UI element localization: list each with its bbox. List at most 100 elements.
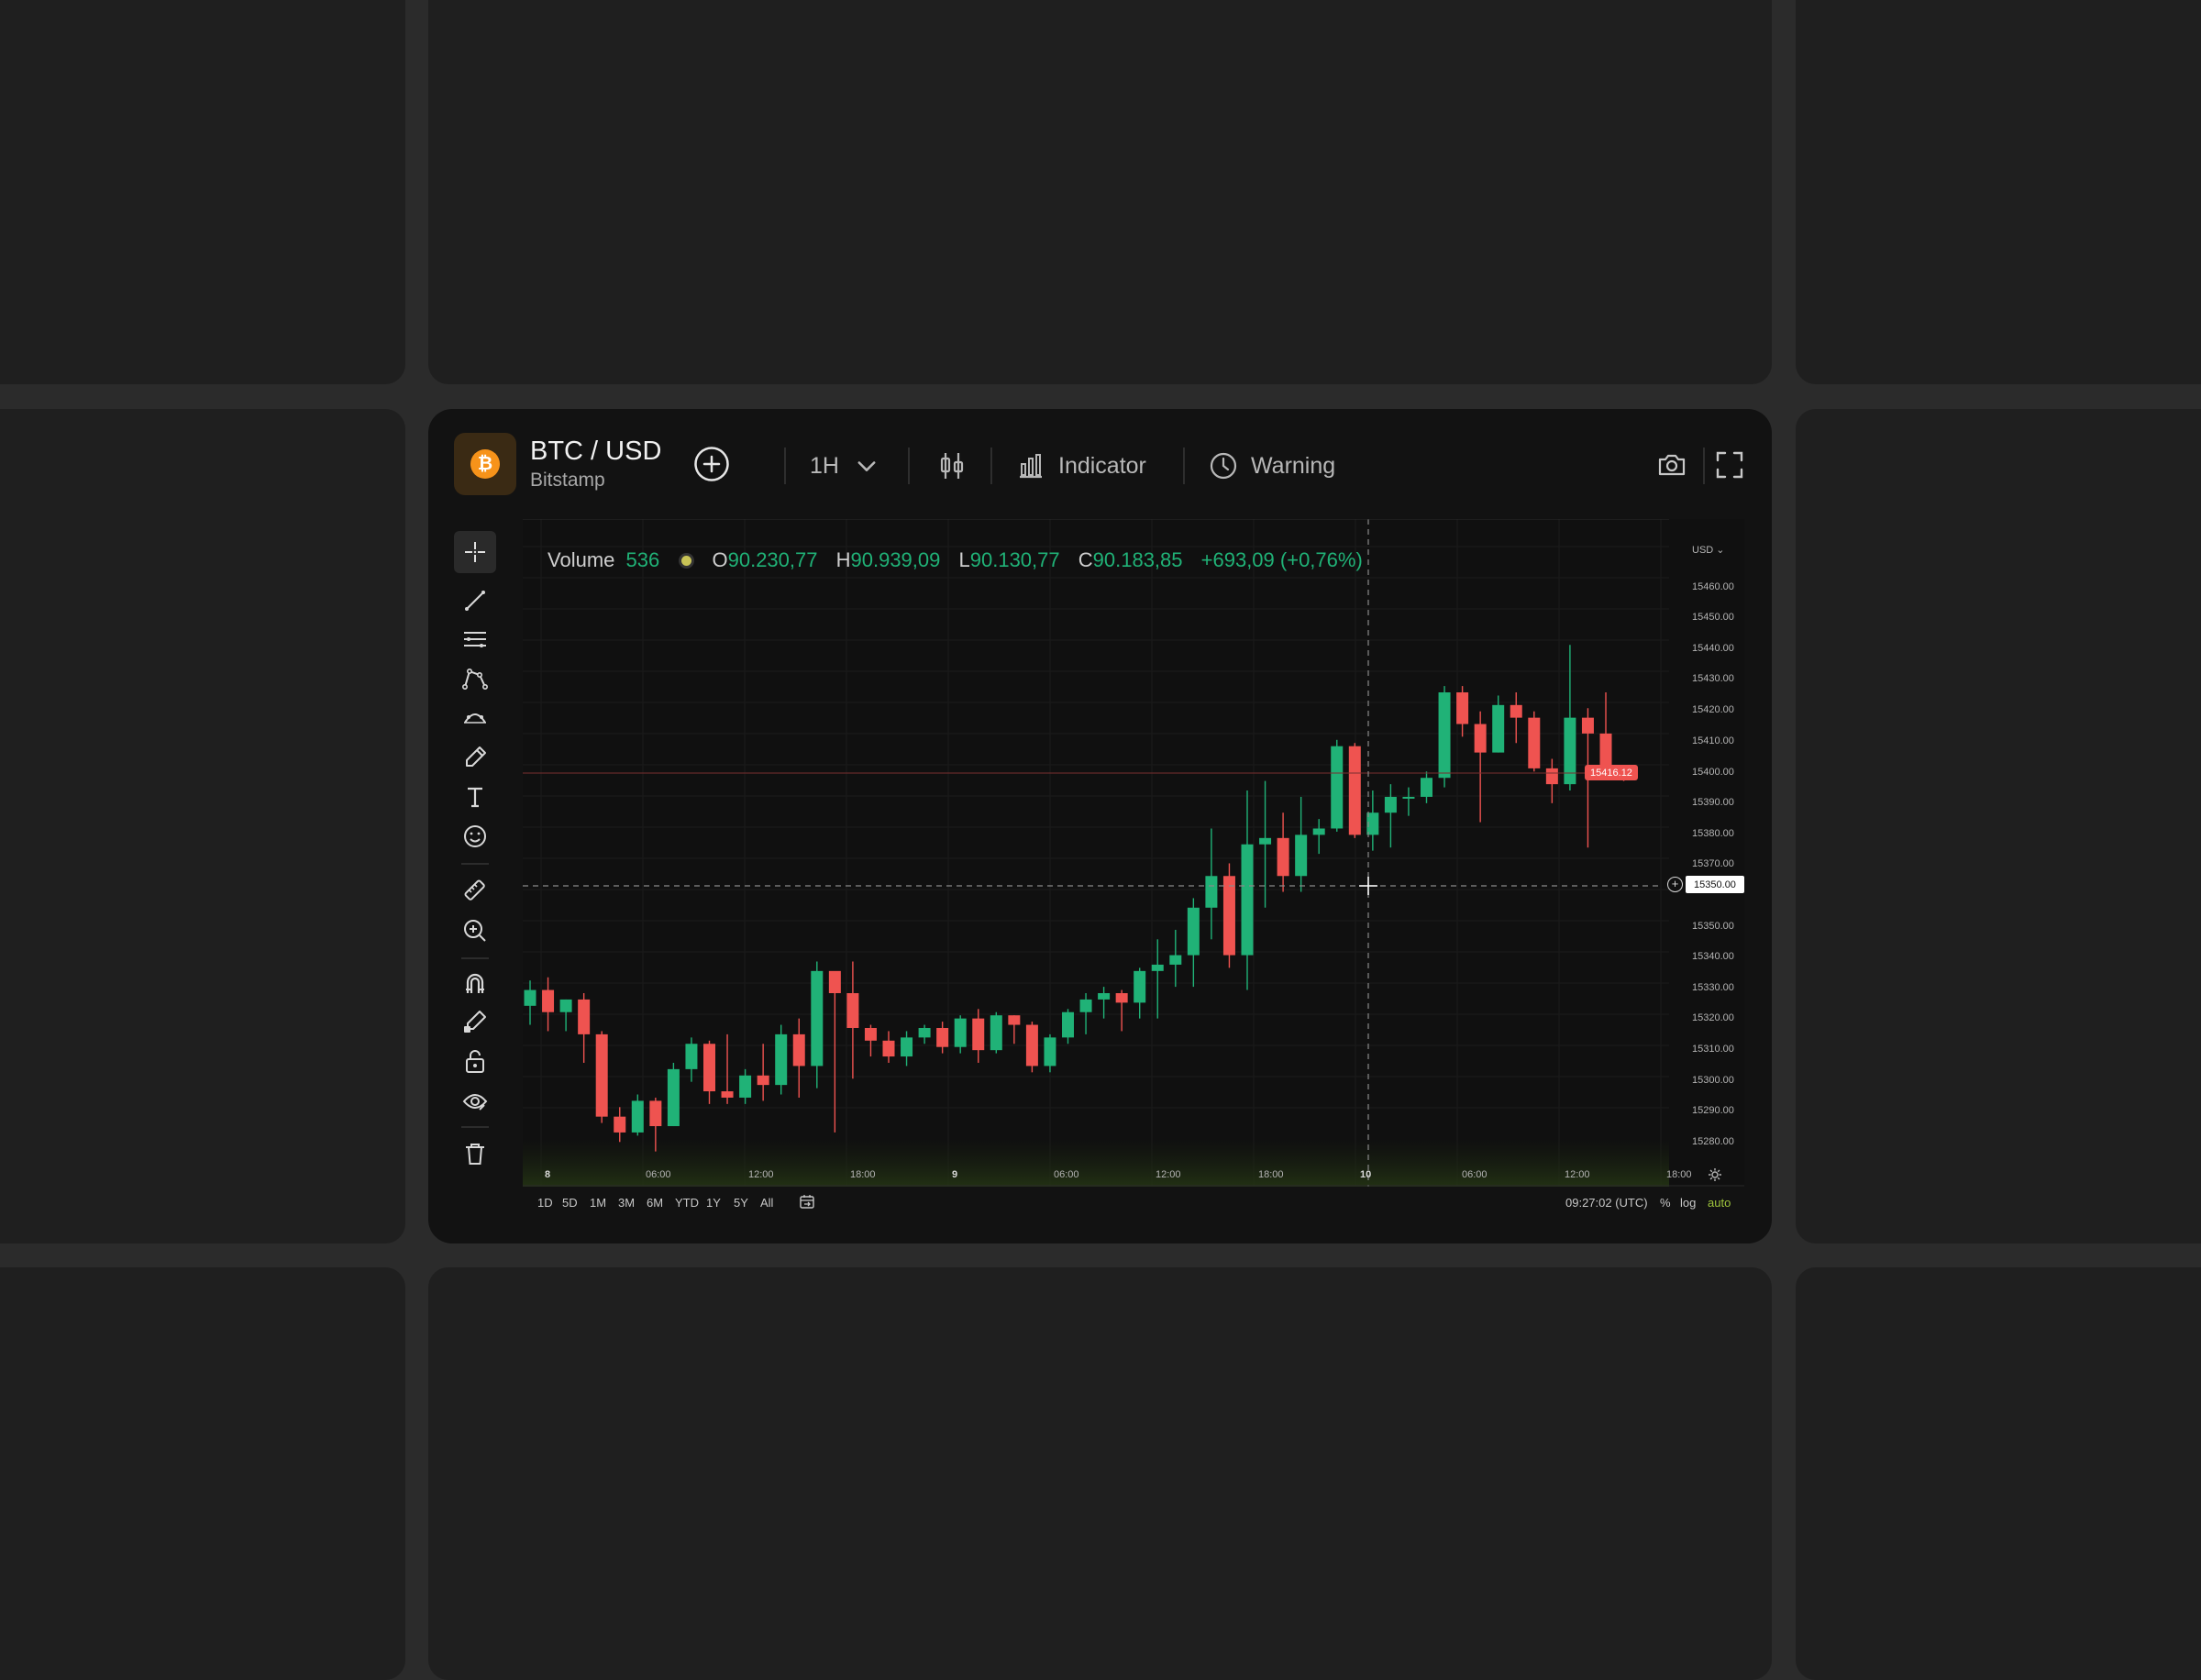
- chart-type-button[interactable]: [935, 449, 968, 482]
- crosshair-price-badge: 15350.00: [1686, 876, 1744, 893]
- candle-body: [1134, 970, 1146, 1003]
- open-label: O: [712, 548, 728, 571]
- calendar-range-icon: [800, 1195, 814, 1209]
- magnet-tool[interactable]: [454, 962, 496, 1004]
- status-dot: [681, 555, 692, 566]
- indicator-button[interactable]: Indicator: [1016, 448, 1146, 484]
- time-tick: 8: [545, 1169, 551, 1180]
- zoom-in-icon: [464, 920, 486, 942]
- ruler-tool[interactable]: [454, 869, 496, 912]
- price-tick: 15300.00: [1692, 1075, 1734, 1086]
- volume-label: Volume: [547, 548, 615, 571]
- ohlc-legend: Volume 536 O90.230,77 H90.939,09 L90.130…: [547, 548, 1363, 572]
- candle-body: [846, 993, 859, 1028]
- candle-body: [703, 1044, 715, 1092]
- add-alert-icon[interactable]: +: [1667, 877, 1683, 892]
- currency-selector[interactable]: USD ⌄: [1692, 544, 1725, 556]
- camera-icon: [1658, 454, 1686, 476]
- horizontal-lines-tool[interactable]: [454, 618, 496, 660]
- price-tick: 15350.00: [1692, 921, 1734, 932]
- range-button-6m[interactable]: 6M: [647, 1196, 663, 1210]
- range-button-3m[interactable]: 3M: [618, 1196, 635, 1210]
- bar-chart-icon: [1020, 454, 1042, 479]
- add-symbol-button[interactable]: [693, 446, 730, 482]
- candle-body: [649, 1100, 662, 1127]
- brush-tool[interactable]: [454, 736, 496, 779]
- log-scale-button[interactable]: log: [1680, 1196, 1696, 1210]
- interval-label: 1H: [810, 452, 839, 479]
- zoom-tool[interactable]: [454, 910, 496, 952]
- candle-body: [1169, 955, 1182, 965]
- pair-title: BTC / USD: [530, 437, 662, 466]
- range-button-1m[interactable]: 1M: [590, 1196, 606, 1210]
- auto-scale-button[interactable]: auto: [1708, 1196, 1731, 1210]
- low-label: L: [958, 548, 970, 571]
- candle-body: [792, 1033, 805, 1067]
- candlestick-chart[interactable]: [523, 519, 1744, 1187]
- candle-body: [811, 970, 824, 1067]
- lock-drawing-tool[interactable]: [454, 1000, 496, 1043]
- candle-body: [757, 1075, 769, 1086]
- range-button-ytd[interactable]: YTD: [675, 1196, 699, 1210]
- range-button-1y[interactable]: 1Y: [706, 1196, 721, 1210]
- trend-line-tool[interactable]: [454, 579, 496, 621]
- utc-clock[interactable]: 09:27:02 (UTC): [1565, 1196, 1648, 1210]
- candle-body: [685, 1044, 698, 1069]
- volume-glow: [523, 1139, 1669, 1187]
- toolbar-divider: [461, 1126, 489, 1128]
- time-tick: 12:00: [1565, 1169, 1590, 1180]
- pattern-icon: [461, 669, 488, 690]
- candle-body: [936, 1027, 949, 1047]
- candle-body: [1474, 724, 1487, 753]
- candle-body: [1581, 717, 1594, 734]
- candle-body: [1331, 746, 1344, 829]
- background-tile: [0, 1267, 405, 1680]
- warning-button[interactable]: Warning: [1209, 448, 1335, 484]
- emoji-tool[interactable]: [454, 815, 496, 857]
- chart-area[interactable]: [523, 519, 1744, 1187]
- range-button-5d[interactable]: 5D: [562, 1196, 578, 1210]
- candle-body: [1044, 1037, 1056, 1067]
- background-tile: [1796, 0, 2201, 384]
- visibility-tool[interactable]: [454, 1080, 496, 1122]
- pattern-tool[interactable]: [454, 658, 496, 700]
- range-button-5y[interactable]: 5Y: [734, 1196, 748, 1210]
- change-value: +693,09 (+0,76%): [1200, 548, 1363, 571]
- unlock-icon: [466, 1050, 484, 1073]
- ruler-icon: [464, 879, 485, 901]
- candle-body: [559, 999, 572, 1012]
- percent-scale-button[interactable]: %: [1660, 1196, 1671, 1210]
- current-price-value: 15416.12: [1590, 767, 1632, 779]
- header-divider: [908, 448, 910, 484]
- interval-dropdown[interactable]: 1H: [810, 448, 879, 484]
- time-tick: 12:00: [1156, 1169, 1181, 1180]
- price-tick: 15380.00: [1692, 828, 1734, 839]
- price-tick: 15420.00: [1692, 704, 1734, 715]
- candle-body: [901, 1037, 913, 1057]
- warning-label: Warning: [1251, 452, 1336, 479]
- delete-tool[interactable]: [454, 1133, 496, 1175]
- gear-icon: [1709, 1168, 1721, 1181]
- horizontal-lines-icon: [464, 632, 486, 647]
- chart-settings-button[interactable]: [1708, 1167, 1722, 1182]
- lock-tool[interactable]: [454, 1040, 496, 1082]
- crosshair-tool[interactable]: [454, 531, 496, 573]
- screenshot-button[interactable]: [1656, 449, 1687, 481]
- candle-body: [1510, 704, 1522, 718]
- header-divider: [1183, 448, 1185, 484]
- date-range-button[interactable]: [799, 1194, 815, 1210]
- fullscreen-button[interactable]: [1714, 449, 1745, 481]
- clock-icon: [1210, 452, 1237, 480]
- candle-body: [1259, 837, 1272, 845]
- curve-tool[interactable]: [454, 697, 496, 739]
- price-tick: 15370.00: [1692, 858, 1734, 869]
- range-button-1d[interactable]: 1D: [537, 1196, 553, 1210]
- candle-body: [990, 1015, 1002, 1051]
- range-button-all[interactable]: All: [760, 1196, 773, 1210]
- trash-icon: [466, 1144, 484, 1165]
- price-tick: 15310.00: [1692, 1044, 1734, 1055]
- candle-body: [631, 1100, 644, 1133]
- candle-body: [1115, 993, 1128, 1003]
- text-tool[interactable]: [454, 776, 496, 818]
- crosshair-price-value: 15350.00: [1694, 879, 1736, 890]
